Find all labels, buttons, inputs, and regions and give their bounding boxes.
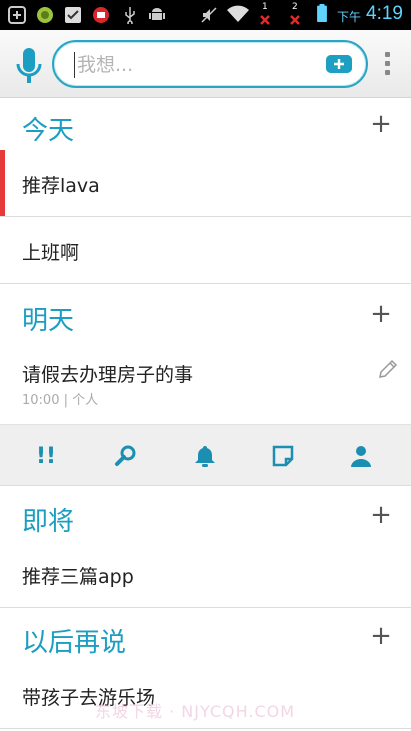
search-input[interactable] [74,52,314,78]
section-title: 今天 [22,116,75,146]
divider [0,283,411,284]
battery-icon [317,4,327,22]
task-label: 推荐lava [22,175,100,197]
task-label: 上班啊 [22,242,80,264]
section-title: 以后再说 [22,628,127,658]
section-title: 即将 [22,507,75,537]
task-label: 请假去办理房子的事 [22,364,194,386]
mute-icon [201,7,217,23]
add-notification-icon [8,6,26,24]
microphone-icon[interactable] [16,48,42,84]
add-task-someday-button[interactable]: + [369,621,393,651]
dot [385,70,390,75]
divider [0,607,411,608]
app-header [0,30,411,98]
app-notification-icon [37,7,53,23]
task-item[interactable]: 请假去办理房子的事 10:00 | 个人 [0,346,411,424]
section-someday: 以后再说 + [0,610,411,670]
section-upcoming: 即将 + [0,489,411,549]
android-debug-icon [149,8,165,20]
add-task-button[interactable] [326,55,352,73]
section-today: 今天 + [0,98,411,158]
task-item[interactable]: 上班啊 [0,217,411,283]
usb-icon [125,7,135,24]
task-item[interactable]: 推荐三篇app [0,543,411,607]
priority-icon[interactable]: !! [33,443,59,469]
task-item[interactable]: 推荐lava [0,150,411,216]
status-time: 4:19 [366,3,403,24]
no-signal-icon [260,15,270,25]
search-box[interactable] [52,40,368,88]
task-action-toolbar: !! [0,424,411,486]
search-icon[interactable] [113,443,139,469]
section-tomorrow: 明天 + [0,288,411,348]
sim2-label: 2 [292,2,298,12]
sim1-signal: 1 [258,2,272,28]
add-task-upcoming-button[interactable]: + [369,500,393,530]
note-icon[interactable] [270,443,296,469]
status-bar: 1 2 下午 4:19 [0,0,411,30]
pencil-icon[interactable] [377,358,399,380]
status-ampm: 下午 [336,10,361,24]
no-signal-icon [290,15,300,25]
wifi-icon [227,5,249,22]
add-tag-icon [326,55,352,73]
dot [385,52,390,57]
task-label: 推荐三篇app [22,566,134,588]
bell-icon[interactable] [192,443,218,469]
sim2-signal: 2 [288,2,302,28]
divider [0,728,411,729]
check-notification-icon [65,7,81,23]
contact-icon[interactable] [348,443,374,469]
watermark: 东坡下载 · NJYCQH.COM [95,702,296,721]
section-title: 明天 [22,306,75,336]
task-meta: 10:00 | 个人 [22,393,99,408]
add-task-tomorrow-button[interactable]: + [369,299,393,329]
overflow-menu-button[interactable] [385,52,391,76]
video-notification-icon [93,7,109,23]
sim1-label: 1 [262,2,268,12]
add-task-today-button[interactable]: + [369,109,393,139]
dot [385,61,390,66]
